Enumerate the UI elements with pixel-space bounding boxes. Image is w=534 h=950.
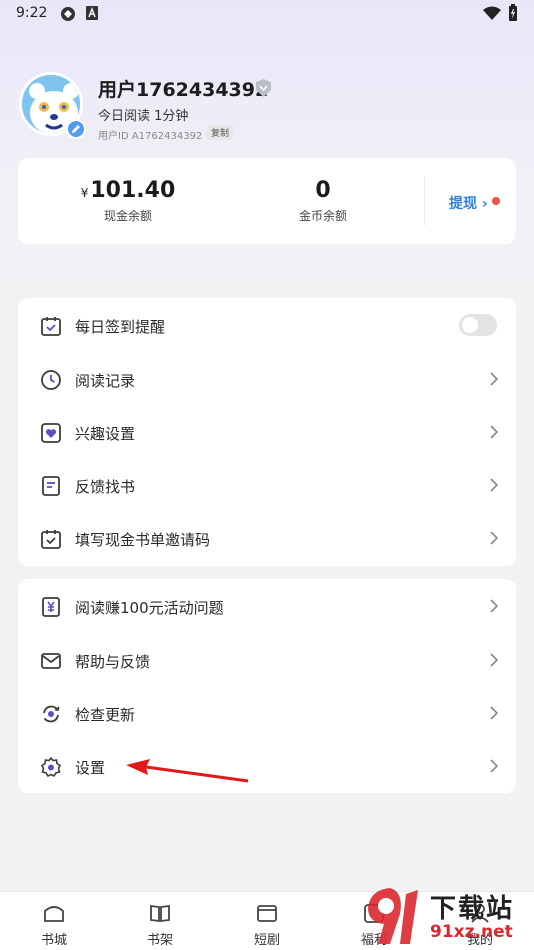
coin-balance-label: 金币余额 [298, 209, 347, 223]
calendar-check-icon [41, 317, 61, 336]
menu-item-invite-code[interactable]: 填写现金书单邀请码 [18, 512, 516, 565]
menu-label: 帮助与反馈 [75, 653, 151, 671]
chevron-right-icon [490, 759, 499, 773]
menu-label: 兴趣设置 [75, 425, 136, 443]
menu-item-help-feedback[interactable]: 帮助与反馈 [18, 634, 516, 687]
gear-icon [40, 756, 62, 778]
toggle-knob [462, 317, 478, 333]
chevron-right-icon [490, 425, 499, 439]
wifi-icon [483, 6, 501, 20]
checkin-reminder-toggle[interactable] [459, 314, 497, 336]
menu-label: 反馈找书 [75, 478, 136, 496]
menu-item-daily-checkin-reminder[interactable]: 每日签到提醒 [18, 299, 516, 352]
yuan-note-icon [42, 597, 60, 617]
notification-dot [492, 197, 500, 205]
withdraw-chevron: › [481, 196, 488, 212]
bookshelf-icon [150, 904, 170, 923]
pencil-icon [72, 125, 80, 133]
short-drama-icon [257, 905, 277, 922]
chevron-right-icon [490, 653, 499, 667]
chevron-right-icon [490, 531, 499, 545]
cash-balance[interactable]: ¥101.40 现金余额 [63, 178, 193, 224]
menu-label: 每日签到提醒 [75, 318, 166, 336]
watermark-logo-icon [368, 888, 418, 944]
menu-item-feedback-find-book[interactable]: 反馈找书 [18, 459, 516, 512]
copy-id-button[interactable]: 复制 [207, 125, 234, 140]
annotation-arrow-icon [126, 759, 249, 783]
menu-group-2: 阅读赚100元活动问题 帮助与反馈 检查更新 设置 [18, 579, 516, 793]
chevron-right-icon [490, 372, 499, 386]
menu-label: 阅读记录 [75, 372, 136, 390]
menu-label: 检查更新 [75, 706, 136, 724]
menu-item-reading-history[interactable]: 阅读记录 [18, 353, 516, 406]
menu-item-earn-100-faq[interactable]: 阅读赚100元活动问题 [18, 580, 516, 633]
menu-item-settings[interactable]: 设置 [18, 740, 516, 793]
menu-item-interest-settings[interactable]: 兴趣设置 [18, 406, 516, 459]
clock-icon [41, 370, 61, 390]
status-time: 9:22 [16, 5, 48, 21]
calendar-check-icon [41, 530, 61, 549]
chevron-right-icon [490, 706, 499, 720]
watermark-url: 91xz.net [430, 922, 513, 942]
edit-avatar-button[interactable] [66, 119, 86, 139]
divider [424, 176, 425, 226]
cash-balance-label: 现金余额 [103, 209, 152, 223]
watermark-title: 下载站 [430, 894, 515, 924]
read-today-text: 今日阅读 1分钟 [98, 109, 189, 124]
status-bar: 9:22 [0, 0, 534, 28]
menu-label: 填写现金书单邀请码 [75, 531, 211, 549]
chevron-right-icon [490, 599, 499, 613]
menu-label: 设置 [75, 759, 106, 777]
heart-box-icon [41, 423, 61, 443]
cash-amount: 101.40 [90, 178, 176, 203]
battery-icon [509, 4, 517, 21]
chevron-right-icon [490, 478, 499, 492]
watermark: 下载站 91xz.net [360, 884, 534, 950]
vip-badge-icon [256, 79, 271, 97]
currency-symbol: ¥ [80, 186, 89, 200]
nav-label: 书城 [40, 933, 67, 948]
coin-balance-value: 0 [315, 178, 331, 203]
document-icon [42, 476, 60, 496]
menu-label: 阅读赚100元活动问题 [75, 599, 224, 617]
user-id-text: 用户ID A1762434392 [98, 131, 203, 142]
cash-balance-value: ¥101.40 [63, 178, 193, 203]
bookstore-icon [44, 906, 64, 922]
nav-label: 书架 [146, 933, 173, 948]
nav-item-bookstore[interactable]: 书城 [14, 892, 94, 950]
a-status-icon [86, 6, 98, 20]
menu-group-1: 每日签到提醒 阅读记录 兴趣设置 反馈找书 填写现金书单邀请码 [18, 298, 516, 566]
nav-item-bookshelf[interactable]: 书架 [120, 892, 200, 950]
coin-balance[interactable]: 0 金币余额 [268, 178, 378, 224]
refresh-icon [43, 705, 60, 723]
nav-label: 短剧 [253, 933, 280, 948]
balance-card: ¥101.40 现金余额 0 金币余额 提现 › [18, 158, 516, 244]
withdraw-label: 提现 [449, 196, 477, 212]
nav-item-short-drama[interactable]: 短剧 [227, 892, 307, 950]
mail-icon [41, 653, 61, 669]
username: 用户1762434392 [98, 79, 269, 101]
app-status-icon [61, 7, 75, 21]
menu-item-check-update[interactable]: 检查更新 [18, 687, 516, 740]
withdraw-button[interactable]: 提现 › [449, 193, 488, 213]
